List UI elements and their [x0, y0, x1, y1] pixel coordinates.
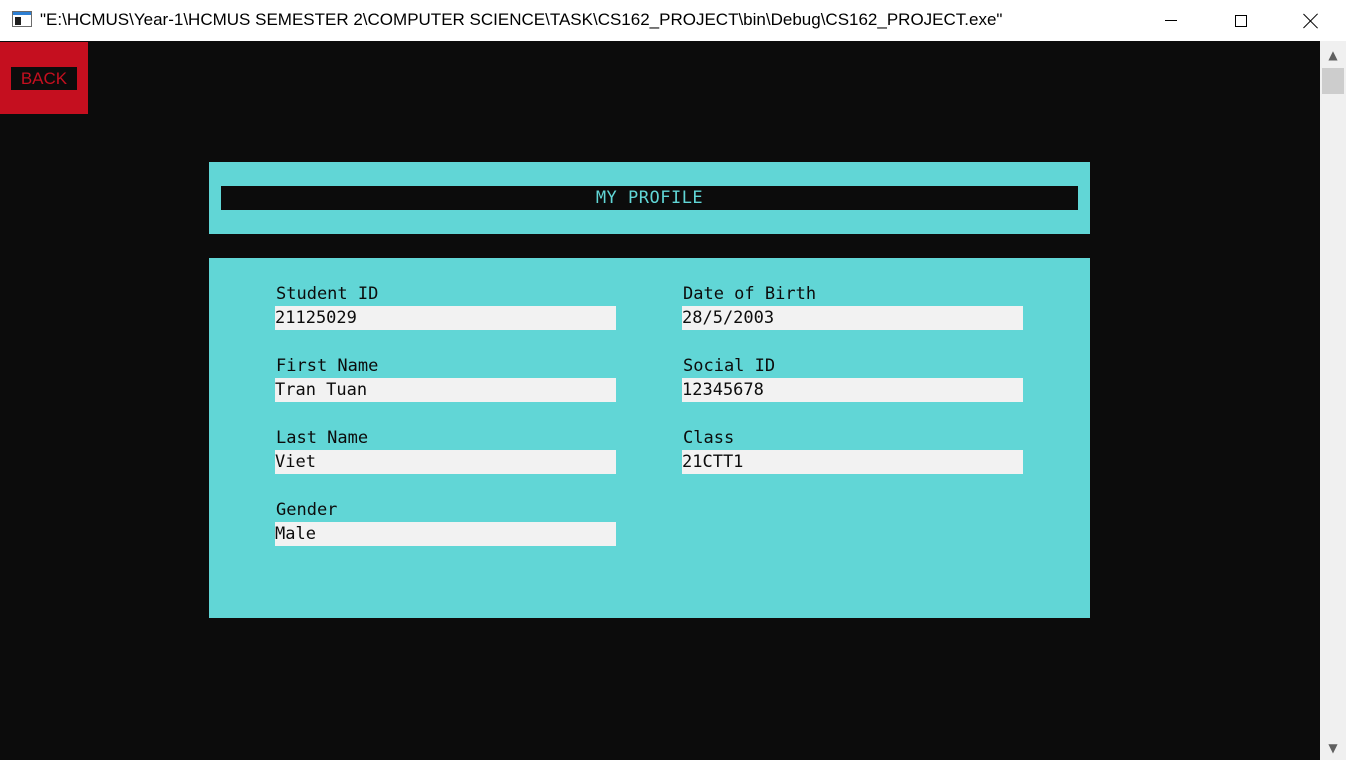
back-button[interactable]: BACK	[11, 67, 77, 90]
maximize-icon	[1235, 14, 1247, 27]
gender-label: Gender	[276, 500, 338, 520]
last-name-field: Viet	[275, 450, 616, 474]
class-label: Class	[683, 428, 735, 448]
last-name-label: Last Name	[276, 428, 369, 448]
window-title: "E:\HCMUS\Year-1\HCMUS SEMESTER 2\COMPUT…	[40, 10, 1003, 29]
date-of-birth-label: Date of Birth	[683, 284, 817, 304]
window-titlebar[interactable]: "E:\HCMUS\Year-1\HCMUS SEMESTER 2\COMPUT…	[0, 0, 1346, 41]
close-icon	[1303, 13, 1319, 29]
gender-field: Male	[275, 522, 616, 546]
close-button[interactable]	[1276, 0, 1346, 41]
first-name-label: First Name	[276, 356, 379, 376]
date-of-birth-field: 28/5/2003	[682, 306, 1023, 330]
maximize-button[interactable]	[1206, 0, 1276, 41]
page-title: MY PROFILE	[221, 186, 1078, 210]
console-app-icon[interactable]	[12, 11, 32, 27]
social-id-label: Social ID	[683, 356, 776, 376]
scroll-thumb[interactable]	[1322, 68, 1344, 94]
first-name-field: Tran Tuan	[275, 378, 616, 402]
social-id-field: 12345678	[682, 378, 1023, 402]
minimize-icon	[1165, 20, 1177, 21]
student-id-field: 21125029	[275, 306, 616, 330]
class-field: 21CTT1	[682, 450, 1023, 474]
scroll-up-arrow-icon[interactable]: ▲	[1320, 43, 1346, 67]
minimize-button[interactable]	[1136, 0, 1206, 41]
student-id-label: Student ID	[276, 284, 379, 304]
scroll-down-arrow-icon[interactable]: ▼	[1320, 736, 1346, 760]
vertical-scrollbar[interactable]: ▲ ▼	[1320, 41, 1346, 760]
